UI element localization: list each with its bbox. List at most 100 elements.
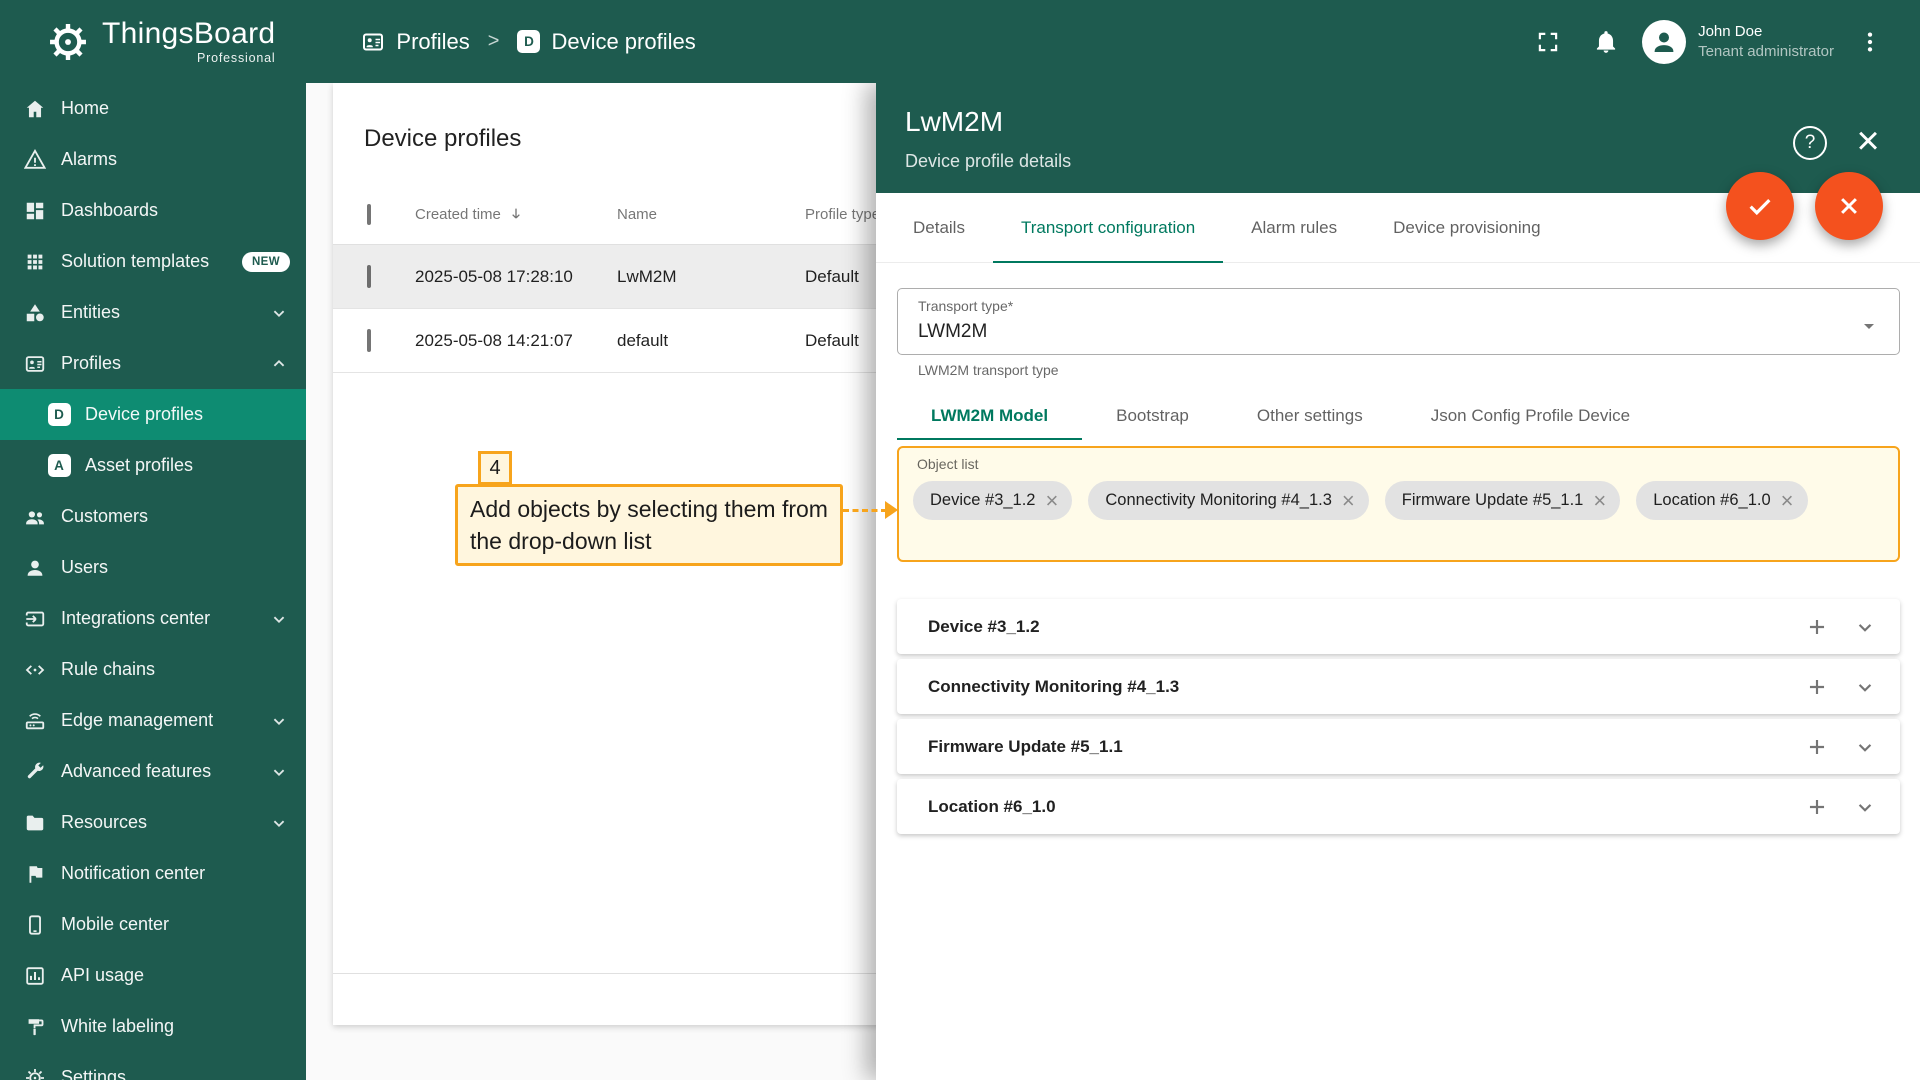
sidebar-item-profiles[interactable]: Profiles — [0, 338, 306, 389]
brand-name: ThingsBoard — [102, 18, 275, 50]
sidebar-item-api-usage[interactable]: API usage — [0, 950, 306, 1001]
chip-remove-icon[interactable]: × — [1342, 490, 1355, 512]
row-checkbox[interactable] — [367, 329, 371, 352]
notifications-bell-button[interactable] — [1584, 20, 1628, 64]
sidebar-item-users[interactable]: Users — [0, 542, 306, 593]
tab-alarm-rules[interactable]: Alarm rules — [1223, 193, 1365, 262]
panel-connectivity-monitoring[interactable]: Connectivity Monitoring #4_1.3 — [897, 659, 1900, 714]
chevron-up-icon — [268, 353, 290, 375]
object-list-field[interactable]: Object list Device #3_1.2 × Connectivity… — [897, 446, 1900, 562]
sidebar-item-label: Integrations center — [61, 608, 210, 629]
sidebar-item-advanced-features[interactable]: Advanced features — [0, 746, 306, 797]
lwm2m-subtabs: LWM2M Model Bootstrap Other settings Jso… — [897, 391, 1900, 440]
fullscreen-button[interactable] — [1526, 20, 1570, 64]
sidebar-item-label: Customers — [61, 506, 148, 527]
chip-label: Firmware Update #5_1.1 — [1402, 491, 1584, 510]
subtab-json-config-profile-device[interactable]: Json Config Profile Device — [1397, 391, 1664, 440]
sidebar-item-label: Edge management — [61, 710, 213, 731]
tutorial-tooltip: Add objects by selecting them from the d… — [455, 484, 843, 566]
sidebar-item-integrations-center[interactable]: Integrations center — [0, 593, 306, 644]
sidebar-item-home[interactable]: Home — [0, 83, 306, 134]
expand-chevron-icon[interactable] — [1852, 674, 1878, 700]
transport-type-value: LWM2M — [918, 321, 1879, 343]
breadcrumb-profiles[interactable]: Profiles — [361, 29, 469, 55]
chip-location[interactable]: Location #6_1.0 × — [1636, 481, 1807, 520]
add-instance-icon[interactable] — [1804, 614, 1830, 640]
sidebar-item-label: API usage — [61, 965, 144, 986]
expand-chevron-icon[interactable] — [1852, 614, 1878, 640]
sidebar-item-label: Alarms — [61, 149, 117, 170]
panel-title: Firmware Update #5_1.1 — [928, 737, 1123, 757]
tab-transport-configuration[interactable]: Transport configuration — [993, 193, 1223, 262]
add-instance-icon[interactable] — [1804, 674, 1830, 700]
add-instance-icon[interactable] — [1804, 794, 1830, 820]
object-chip-list: Device #3_1.2 × Connectivity Monitoring … — [913, 481, 1884, 520]
column-name[interactable]: Name — [617, 206, 805, 223]
panel-location[interactable]: Location #6_1.0 — [897, 779, 1900, 834]
sidebar-item-entities[interactable]: Entities — [0, 287, 306, 338]
input-icon — [22, 606, 48, 632]
chip-remove-icon[interactable]: × — [1046, 490, 1059, 512]
panel-device[interactable]: Device #3_1.2 — [897, 599, 1900, 654]
sidebar-item-label: Entities — [61, 302, 120, 323]
row-checkbox[interactable] — [367, 265, 371, 288]
sidebar-item-solution-templates[interactable]: Solution templates NEW — [0, 236, 306, 287]
sidebar-item-dashboards[interactable]: Dashboards — [0, 185, 306, 236]
phone-icon — [22, 912, 48, 938]
drawer-subtitle: Device profile details — [905, 151, 1920, 171]
user-role: Tenant administrator — [1698, 43, 1834, 60]
column-created-time[interactable]: Created time — [415, 206, 617, 223]
topbar-actions: John Doe Tenant administrator — [1526, 20, 1920, 64]
sidebar-item-asset-profiles[interactable]: A Asset profiles — [0, 440, 306, 491]
sidebar-item-settings[interactable]: Settings — [0, 1052, 306, 1080]
breadcrumb-label: Profiles — [396, 29, 469, 55]
user-menu[interactable]: John Doe Tenant administrator — [1642, 20, 1834, 64]
badge-icon — [22, 351, 48, 377]
transport-type-select[interactable]: Transport type* LWM2M — [897, 288, 1900, 355]
discard-changes-fab[interactable] — [1815, 172, 1883, 240]
expand-chevron-icon[interactable] — [1852, 734, 1878, 760]
router-icon — [22, 708, 48, 734]
sidebar-item-device-profiles[interactable]: D Device profiles — [0, 389, 306, 440]
select-all-checkbox[interactable] — [367, 204, 371, 225]
chip-firmware-update[interactable]: Firmware Update #5_1.1 × — [1385, 481, 1620, 520]
sidebar-item-resources[interactable]: Resources — [0, 797, 306, 848]
sidebar-item-label: Rule chains — [61, 659, 155, 680]
help-button[interactable]: ? — [1793, 126, 1827, 160]
breadcrumb-device-profiles[interactable]: D Device profiles — [517, 29, 695, 55]
chevron-down-icon — [268, 608, 290, 630]
subtab-bootstrap[interactable]: Bootstrap — [1082, 391, 1223, 440]
chip-connectivity-monitoring[interactable]: Connectivity Monitoring #4_1.3 × — [1088, 481, 1368, 520]
subtab-other-settings[interactable]: Other settings — [1223, 391, 1397, 440]
chip-remove-icon[interactable]: × — [1593, 490, 1606, 512]
subtab-lwm2m-model[interactable]: LWM2M Model — [897, 391, 1082, 440]
breadcrumb-separator: > — [488, 30, 500, 53]
chip-remove-icon[interactable]: × — [1781, 490, 1794, 512]
ethernet-icon — [22, 657, 48, 683]
chip-device[interactable]: Device #3_1.2 × — [913, 481, 1072, 520]
tab-details[interactable]: Details — [885, 193, 993, 262]
cell-name: LwM2M — [617, 267, 805, 287]
add-instance-icon[interactable] — [1804, 734, 1830, 760]
sidebar-item-mobile-center[interactable]: Mobile center — [0, 899, 306, 950]
wrench-icon — [22, 759, 48, 785]
apply-changes-fab[interactable] — [1726, 172, 1794, 240]
tab-device-provisioning[interactable]: Device provisioning — [1365, 193, 1568, 262]
chart-icon — [22, 963, 48, 989]
sidebar-item-edge-management[interactable]: Edge management — [0, 695, 306, 746]
close-drawer-button[interactable]: × — [1850, 123, 1886, 159]
panel-firmware-update[interactable]: Firmware Update #5_1.1 — [897, 719, 1900, 774]
person-icon — [22, 555, 48, 581]
sidebar-item-label: Settings — [61, 1067, 126, 1080]
sidebar-item-customers[interactable]: Customers — [0, 491, 306, 542]
logo[interactable]: ThingsBoard Professional — [0, 18, 275, 65]
sidebar-item-notification-center[interactable]: Notification center — [0, 848, 306, 899]
chevron-down-icon — [268, 812, 290, 834]
sidebar-item-white-labeling[interactable]: White labeling — [0, 1001, 306, 1052]
expand-chevron-icon[interactable] — [1852, 794, 1878, 820]
sidebar-item-label: Resources — [61, 812, 147, 833]
kebab-menu-button[interactable] — [1848, 20, 1892, 64]
sidebar-item-alarms[interactable]: Alarms — [0, 134, 306, 185]
sidebar-item-rule-chains[interactable]: Rule chains — [0, 644, 306, 695]
new-badge: NEW — [242, 252, 290, 272]
